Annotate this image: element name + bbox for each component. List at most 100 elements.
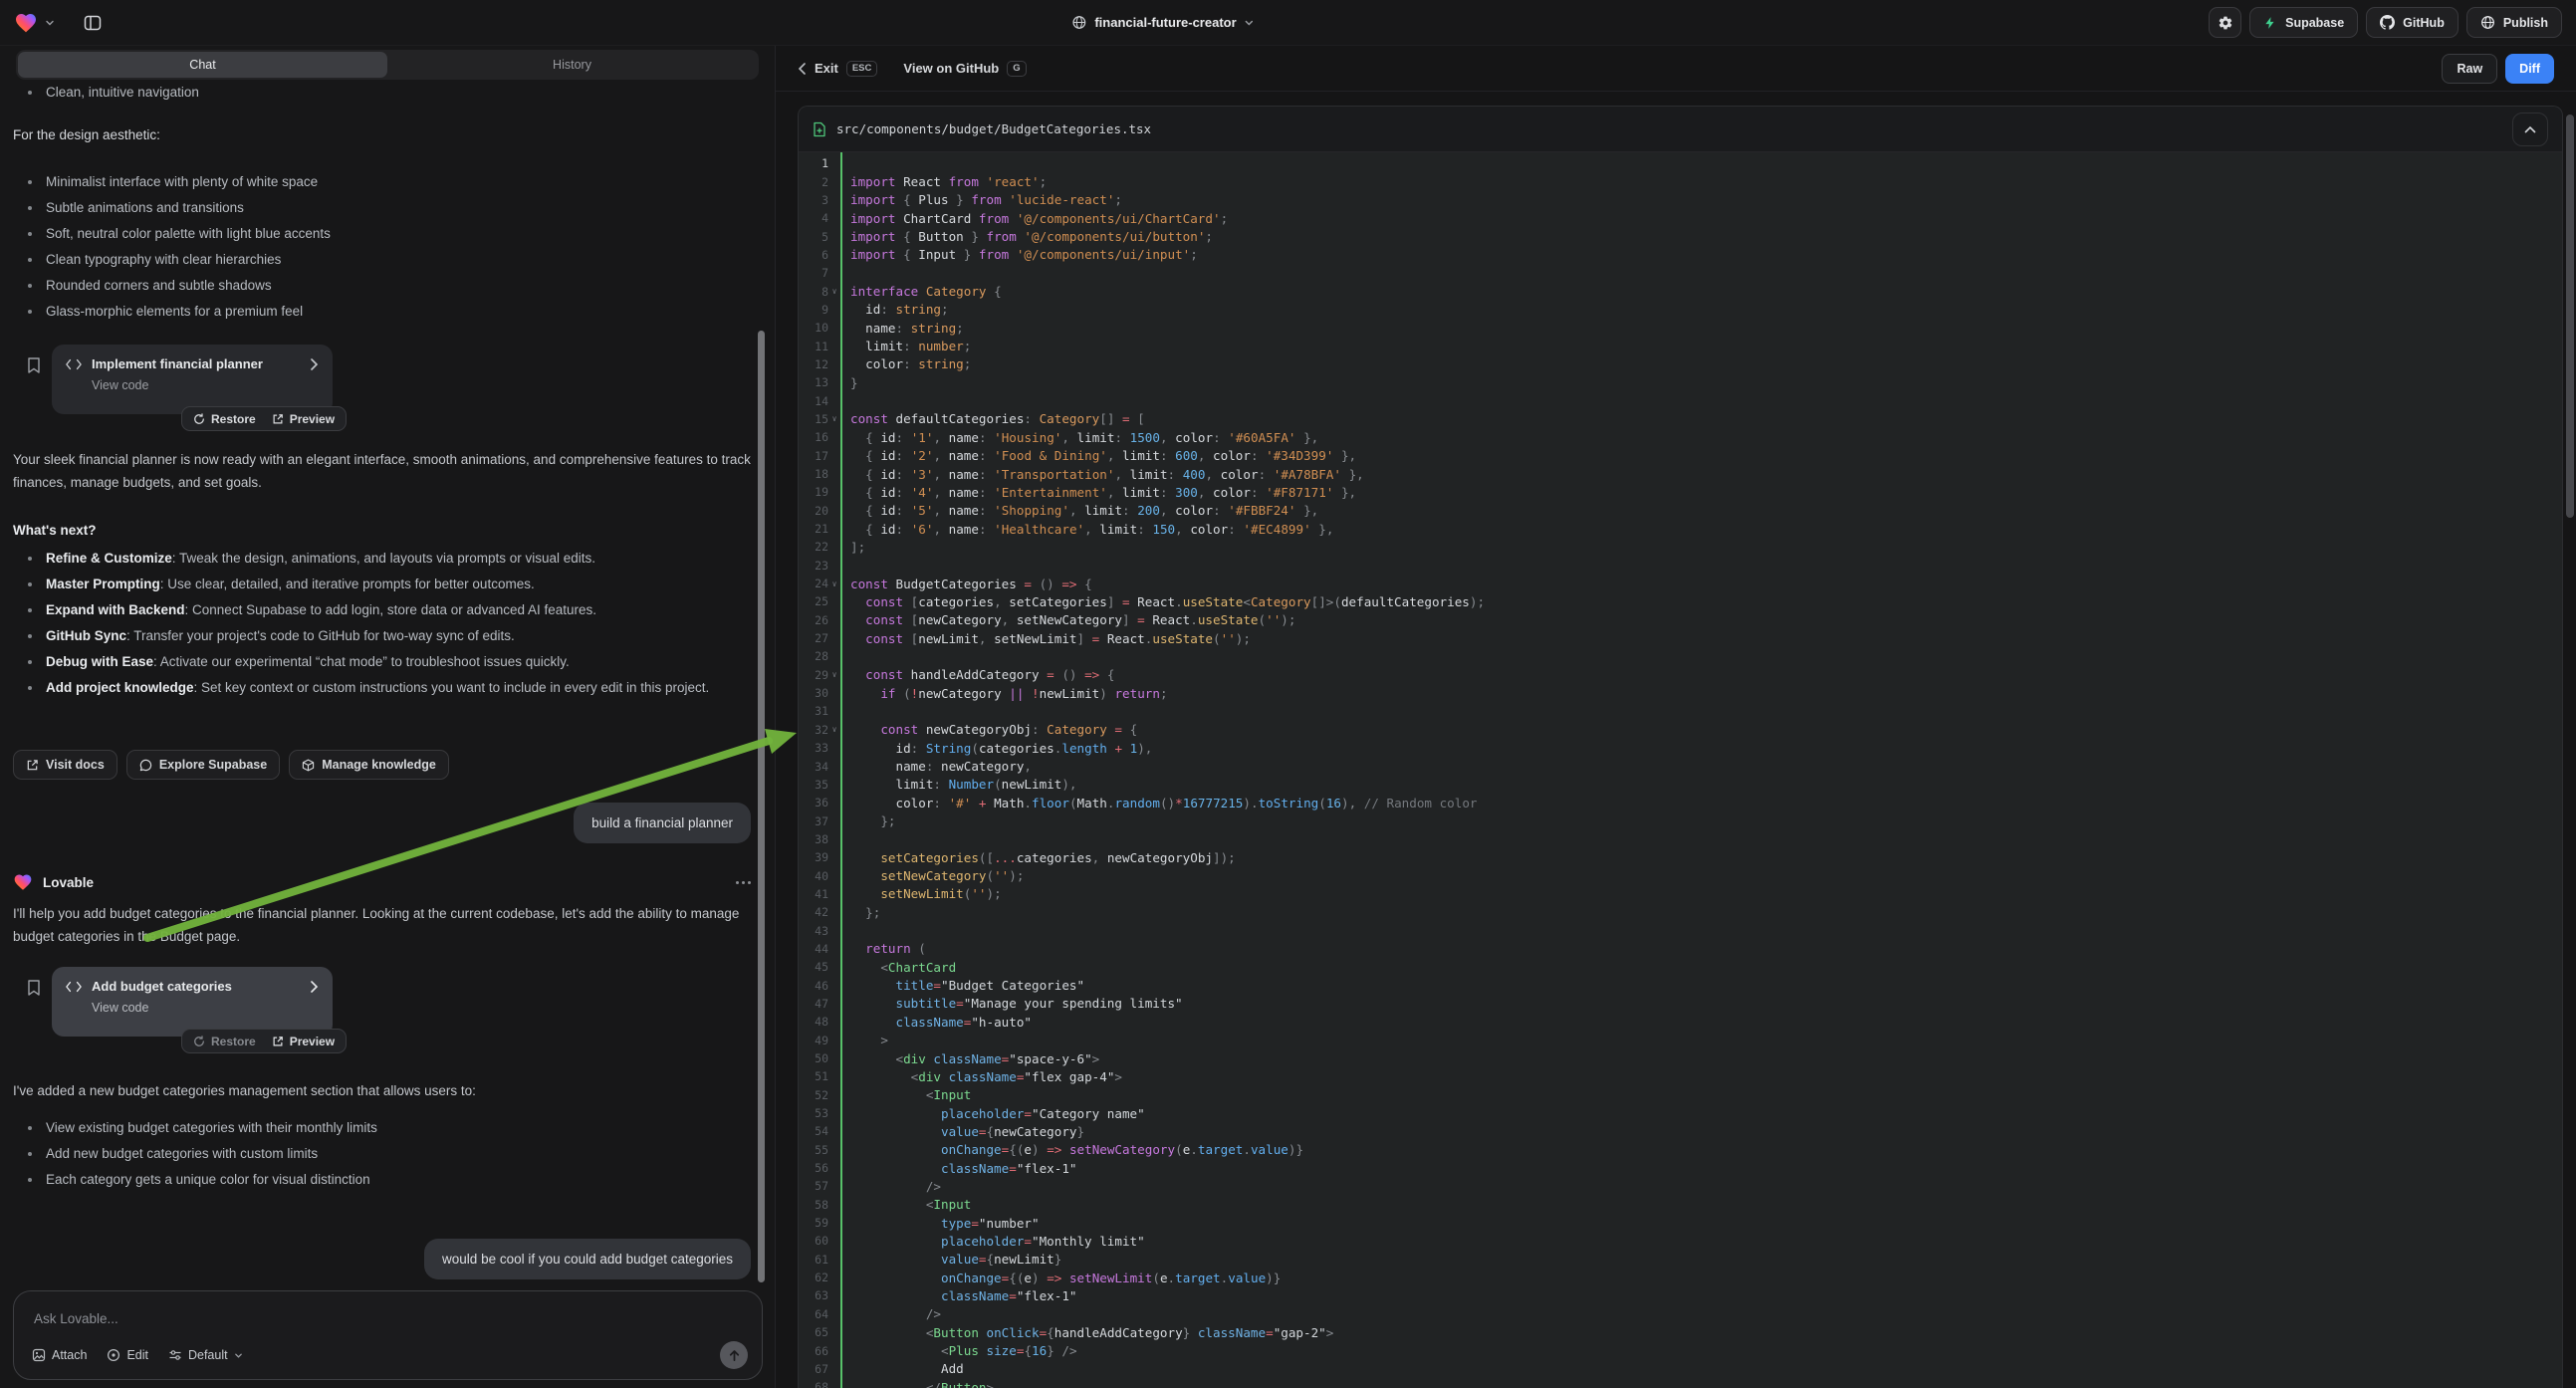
code-line: 32∨ const newCategoryObj: Category = { xyxy=(799,721,2562,739)
line-number: 17 xyxy=(799,449,828,463)
view-on-github-button[interactable]: View on GitHub G xyxy=(903,61,1026,77)
user-message: would be cool if you could add budget ca… xyxy=(424,1239,751,1279)
project-switcher[interactable]: financial-future-creator xyxy=(1071,15,1254,30)
assistant-name: Lovable xyxy=(43,875,726,890)
view-code-link[interactable]: View code xyxy=(92,1001,319,1015)
restore-preview-toolbar: Restore Preview xyxy=(181,1029,347,1053)
line-number: 23 xyxy=(799,559,828,573)
github-icon xyxy=(2380,15,2395,30)
line-number: 15 xyxy=(799,412,828,426)
code-icon xyxy=(66,358,82,370)
chevron-right-icon xyxy=(310,981,319,993)
publish-button[interactable]: Publish xyxy=(2466,7,2562,38)
line-number: 41 xyxy=(799,887,828,901)
edit-button[interactable]: Edit xyxy=(107,1348,148,1362)
lovable-logo-heart-icon[interactable] xyxy=(14,11,38,35)
design-bullet: Minimalist interface with plenty of whit… xyxy=(13,169,331,195)
code-line: 66 <Plus size={16} /> xyxy=(799,1341,2562,1359)
preview-button[interactable]: Preview xyxy=(272,1035,335,1048)
preview-button[interactable]: Preview xyxy=(272,412,335,426)
design-bullet: Clean, intuitive navigation xyxy=(13,80,199,106)
supabase-button[interactable]: Supabase xyxy=(2249,7,2358,38)
package-icon xyxy=(302,759,315,772)
settings-button[interactable] xyxy=(2209,7,2241,38)
attach-button[interactable]: Attach xyxy=(32,1348,87,1362)
line-number: 54 xyxy=(799,1124,828,1138)
external-link-icon xyxy=(272,413,284,425)
collapse-file-button[interactable] xyxy=(2512,113,2548,146)
code-line: 2import React from 'react'; xyxy=(799,172,2562,190)
line-number: 40 xyxy=(799,869,828,883)
esc-kbd-badge: ESC xyxy=(846,61,878,77)
line-number: 31 xyxy=(799,704,828,718)
line-number: 56 xyxy=(799,1161,828,1175)
code-line: 7 xyxy=(799,264,2562,282)
code-line: 61 value={newLimit} xyxy=(799,1251,2562,1269)
more-options-icon[interactable] xyxy=(736,881,751,884)
design-bullet: Soft, neutral color palette with light b… xyxy=(13,221,331,247)
mode-selector[interactable]: Default xyxy=(168,1348,243,1362)
bookmark-icon[interactable] xyxy=(26,356,42,374)
chat-input[interactable]: Ask Lovable... xyxy=(34,1311,118,1326)
sidebar-toggle-icon[interactable] xyxy=(78,8,108,38)
external-link-icon xyxy=(272,1036,284,1047)
added-bullet: Each category gets a unique color for vi… xyxy=(13,1167,377,1193)
code-line: 28 xyxy=(799,647,2562,665)
user-message: build a financial planner xyxy=(574,803,751,843)
bookmark-icon[interactable] xyxy=(26,979,42,997)
code-line: 51 <div className="flex gap-4"> xyxy=(799,1067,2562,1085)
code-editor[interactable]: 12import React from 'react';3import { Pl… xyxy=(799,152,2562,1388)
tab-history[interactable]: History xyxy=(387,52,757,78)
visit-docs-button[interactable]: Visit docs xyxy=(13,750,117,780)
exit-button[interactable]: Exit ESC xyxy=(798,61,877,77)
code-line: 29∨ const handleAddCategory = () => { xyxy=(799,666,2562,684)
publish-globe-icon xyxy=(2480,15,2495,30)
line-number: 46 xyxy=(799,979,828,993)
line-number: 45 xyxy=(799,960,828,974)
explore-supabase-button[interactable]: Explore Supabase xyxy=(126,750,280,780)
code-line: 59 type="number" xyxy=(799,1214,2562,1232)
line-number: 35 xyxy=(799,778,828,792)
code-scrollbar[interactable] xyxy=(2566,115,2574,518)
github-button[interactable]: GitHub xyxy=(2366,7,2459,38)
chat-scrollbar[interactable] xyxy=(758,331,765,1282)
arrow-up-icon xyxy=(728,1349,741,1362)
manage-knowledge-button[interactable]: Manage knowledge xyxy=(289,750,449,780)
line-number: 10 xyxy=(799,321,828,335)
code-icon xyxy=(66,981,82,993)
line-number: 58 xyxy=(799,1198,828,1212)
line-number: 9 xyxy=(799,303,828,317)
diff-added-gutter-bar xyxy=(840,152,842,1388)
project-name: financial-future-creator xyxy=(1094,15,1236,30)
version-card-add-budget-categories[interactable]: Add budget categories View code xyxy=(52,967,333,1037)
diff-toggle-button[interactable]: Diff xyxy=(2505,54,2554,84)
code-line: 17 { id: '2', name: 'Food & Dining', lim… xyxy=(799,447,2562,465)
added-bullet: View existing budget categories with the… xyxy=(13,1115,377,1141)
line-number: 44 xyxy=(799,942,828,956)
sliders-icon xyxy=(168,1348,182,1362)
github-label: GitHub xyxy=(2403,16,2445,30)
code-line: 54 value={newCategory} xyxy=(799,1122,2562,1140)
code-line: 10 name: string; xyxy=(799,319,2562,337)
restore-button[interactable]: Restore xyxy=(193,1035,256,1048)
chevron-right-icon xyxy=(310,358,319,370)
attach-label: Attach xyxy=(52,1348,87,1362)
version-card-implement-planner[interactable]: Implement financial planner View code xyxy=(52,345,333,414)
line-number: 62 xyxy=(799,1271,828,1284)
code-line: 4import ChartCard from '@/components/ui/… xyxy=(799,209,2562,227)
restore-button[interactable]: Restore xyxy=(193,412,256,426)
line-number: 28 xyxy=(799,649,828,663)
code-line: 34 name: newCategory, xyxy=(799,757,2562,775)
raw-toggle-button[interactable]: Raw xyxy=(2442,54,2497,84)
send-button[interactable] xyxy=(720,1341,748,1369)
view-code-link[interactable]: View code xyxy=(92,378,319,392)
file-card-header[interactable]: src/components/budget/BudgetCategories.t… xyxy=(799,107,2562,152)
line-number: 32 xyxy=(799,723,828,737)
code-line: 49 > xyxy=(799,1032,2562,1049)
code-line: 60 placeholder="Monthly limit" xyxy=(799,1232,2562,1250)
line-number: 29 xyxy=(799,668,828,682)
tab-chat[interactable]: Chat xyxy=(18,52,387,78)
line-number: 22 xyxy=(799,540,828,554)
line-number: 12 xyxy=(799,357,828,371)
logo-chevron-down-icon[interactable] xyxy=(45,18,55,28)
